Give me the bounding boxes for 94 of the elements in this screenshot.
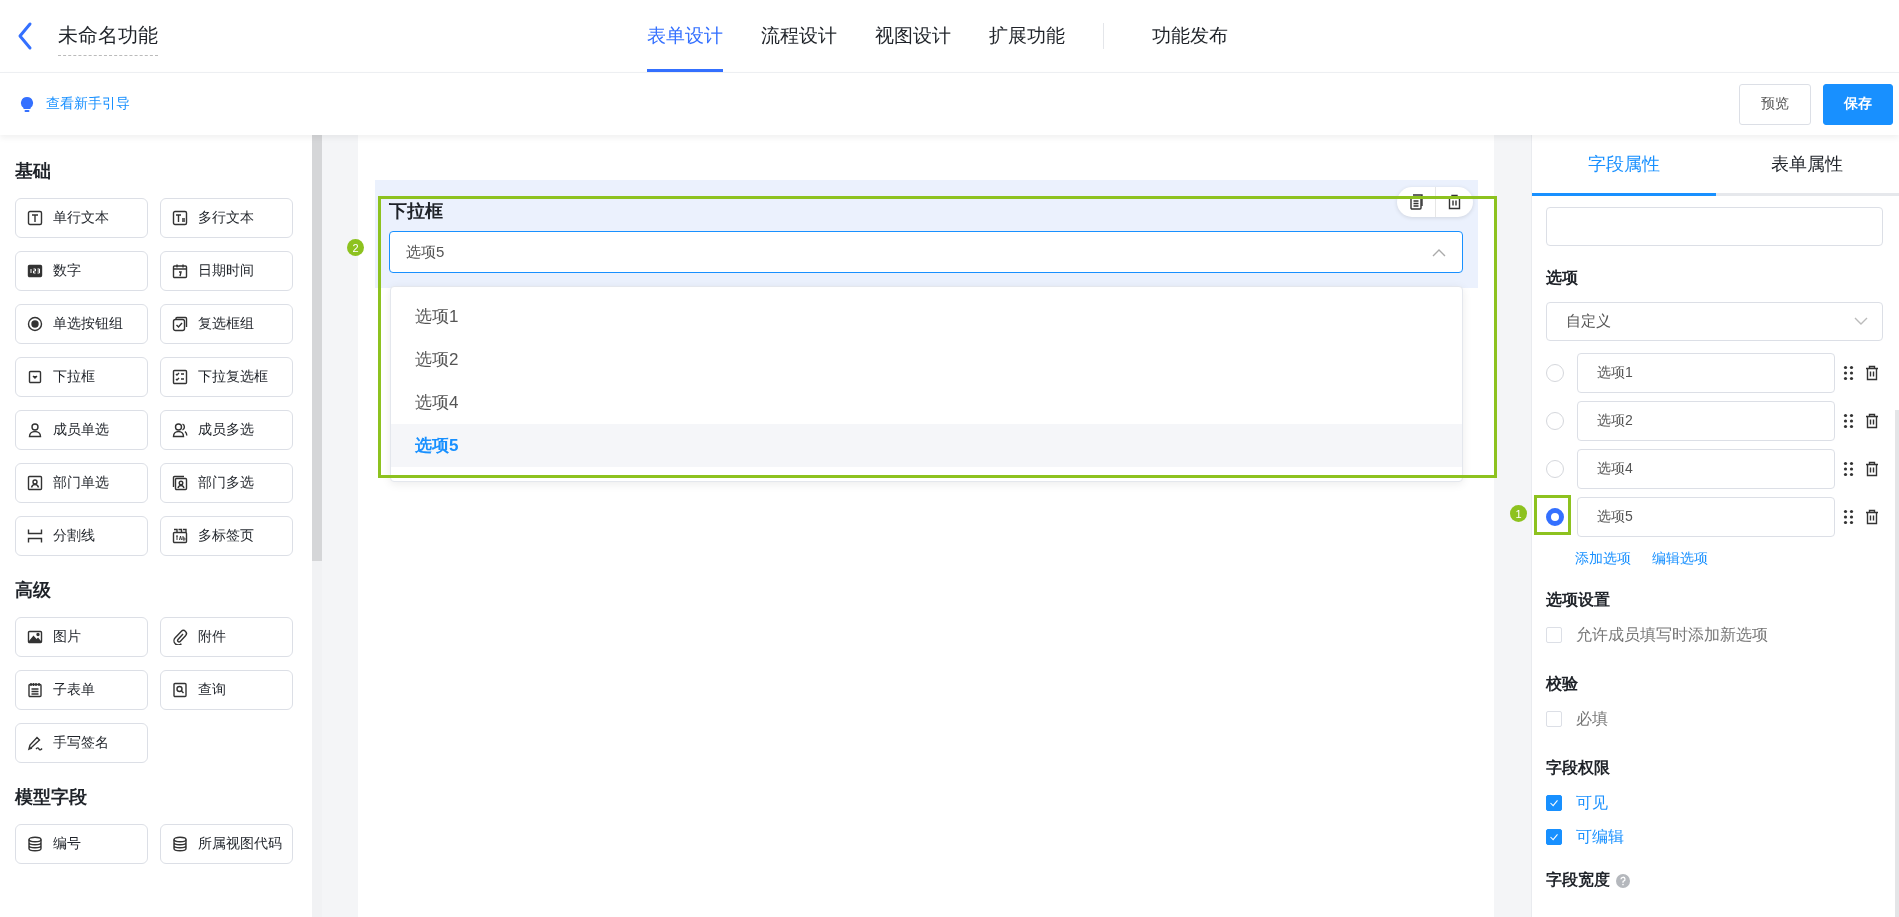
dropdown-option[interactable]: 选项2 <box>391 338 1462 381</box>
field-type-button[interactable]: 下拉复选框 <box>160 357 293 397</box>
dropdown-select[interactable]: 选项5 <box>389 231 1463 273</box>
field-type-button[interactable]: 部门单选 <box>15 463 148 503</box>
person-icon <box>27 422 43 438</box>
field-type-button[interactable]: 多行文本 <box>160 198 293 238</box>
field-type-button[interactable]: 数字 <box>15 251 148 291</box>
copy-icon <box>1408 194 1424 210</box>
option-input[interactable]: 选项1 <box>1577 353 1835 393</box>
field-type-button[interactable]: 手写签名 <box>15 723 148 763</box>
dropdown-option[interactable]: 选项1 <box>391 295 1462 338</box>
trash-icon[interactable] <box>1865 413 1879 429</box>
default-radio[interactable] <box>1546 508 1564 526</box>
section-heading: 校验 <box>1546 674 1579 694</box>
calendar-icon <box>172 263 188 279</box>
list-icon <box>27 682 43 698</box>
section-heading: 基础 <box>15 160 52 183</box>
dropdown-option[interactable]: 选项4 <box>391 381 1462 424</box>
section-heading: 选项设置 <box>1546 590 1611 610</box>
search-icon <box>172 682 188 698</box>
field-type-button[interactable]: 子表单 <box>15 670 148 710</box>
function-title[interactable]: 未命名功能 <box>58 22 158 56</box>
checkbox-label: 必填 <box>1576 708 1608 729</box>
section-heading: 模型字段 <box>15 786 88 809</box>
field-type-button[interactable]: 复选框组 <box>160 304 293 344</box>
field-type-button[interactable]: 部门多选 <box>160 463 293 503</box>
departments-icon <box>172 475 188 491</box>
trash-icon <box>1447 194 1462 210</box>
field-type-button[interactable]: 图片 <box>15 617 148 657</box>
panel-tab[interactable]: 表单属性 <box>1715 135 1899 196</box>
highlight-frame <box>1534 495 1571 535</box>
field-type-button[interactable]: 编号 <box>15 824 148 864</box>
field-type-button[interactable]: 成员多选 <box>160 410 293 450</box>
signature-icon <box>27 735 43 751</box>
multiline-text-icon <box>172 210 188 226</box>
field-type-button[interactable]: 单行文本 <box>15 198 148 238</box>
checkbox-icon <box>172 316 188 332</box>
checkbox-label: 可编辑 <box>1576 826 1624 847</box>
nav-tab[interactable]: 流程设计 <box>761 0 837 72</box>
checkbox[interactable] <box>1546 795 1562 811</box>
option-input[interactable]: 选项2 <box>1577 401 1835 441</box>
field-type-button[interactable]: 成员单选 <box>15 410 148 450</box>
option-input[interactable]: 选项5 <box>1577 497 1835 537</box>
nav-tab[interactable]: 扩展功能 <box>989 0 1065 72</box>
field-type-button[interactable]: 下拉框 <box>15 357 148 397</box>
nav-tab[interactable]: 表单设计 <box>647 0 723 72</box>
checkbox[interactable] <box>1546 829 1562 845</box>
field-type-button[interactable]: 日期时间 <box>160 251 293 291</box>
field-type-button[interactable]: 多标签页 <box>160 516 293 556</box>
checkbox-label: 可见 <box>1576 792 1608 813</box>
select-value: 自定义 <box>1566 312 1612 331</box>
trash-icon[interactable] <box>1865 509 1879 525</box>
options-source-select[interactable]: 自定义 <box>1546 302 1883 341</box>
scrollbar-thumb[interactable] <box>312 135 322 561</box>
radio-icon <box>27 316 43 332</box>
nav-tab[interactable]: 视图设计 <box>875 0 951 72</box>
field-type-button[interactable]: 附件 <box>160 617 293 657</box>
number-icon <box>27 263 43 279</box>
field-type-button[interactable]: 查询 <box>160 670 293 710</box>
lightbulb-icon <box>20 95 34 113</box>
drag-handle-icon[interactable] <box>1843 509 1854 525</box>
field-type-button[interactable]: 单选按钮组 <box>15 304 148 344</box>
input-field[interactable] <box>1546 207 1883 246</box>
select-value: 选项5 <box>406 242 446 262</box>
department-icon <box>27 475 43 491</box>
drag-handle-icon[interactable] <box>1843 461 1854 477</box>
dropdown-icon <box>27 369 43 385</box>
section-heading: 高级 <box>15 579 52 602</box>
field-type-button[interactable]: 分割线 <box>15 516 148 556</box>
field-type-button[interactable]: 所属视图代码 <box>160 824 293 864</box>
image-icon <box>27 629 43 645</box>
tab-icon <box>172 528 188 544</box>
publish-tab[interactable]: 功能发布 <box>1152 20 1228 52</box>
paperclip-icon <box>172 629 188 645</box>
text-field-icon <box>27 210 43 226</box>
field-label: 下拉框 <box>389 201 443 221</box>
option-input[interactable]: 选项4 <box>1577 449 1835 489</box>
trash-icon[interactable] <box>1865 365 1879 381</box>
section-heading: 字段权限 <box>1546 758 1611 778</box>
database-icon <box>172 836 188 852</box>
chevron-down-icon <box>1854 317 1868 326</box>
drag-handle-icon[interactable] <box>1843 365 1854 381</box>
checklist-icon <box>172 369 188 385</box>
checkbox-label: 允许成员填写时添加新选项 <box>1576 624 1768 645</box>
section-heading: 选项 <box>1546 268 1579 288</box>
help-icon <box>1616 874 1630 888</box>
database-icon <box>27 836 43 852</box>
section-heading: 字段宽度 <box>1546 870 1610 890</box>
people-icon <box>172 422 188 438</box>
preview-button[interactable]: 预览 <box>1739 83 1811 125</box>
trash-icon[interactable] <box>1865 461 1879 477</box>
divider-icon <box>27 528 43 544</box>
back-icon[interactable] <box>16 21 34 51</box>
drag-handle-icon[interactable] <box>1843 413 1854 429</box>
